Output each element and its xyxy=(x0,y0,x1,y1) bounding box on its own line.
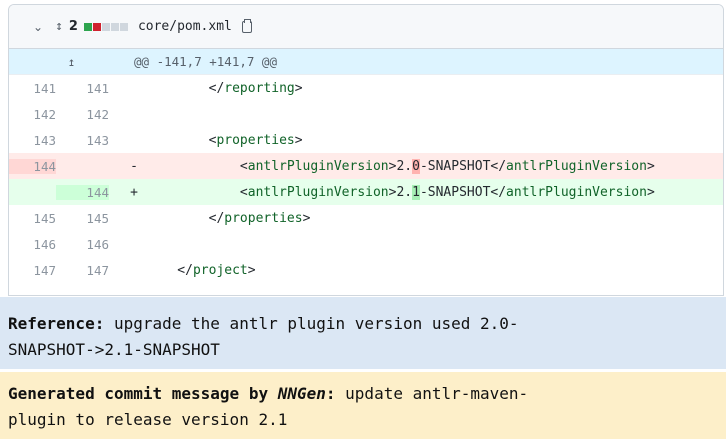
code-text: -SNAPSHOT</ xyxy=(419,184,507,200)
old-line-number[interactable]: 141 xyxy=(9,81,56,96)
hunk-header: ↥ @@ -141,7 +141,7 @@ xyxy=(9,49,723,75)
diff-line: 146 146 xyxy=(9,231,723,257)
generated-colon: : xyxy=(325,384,336,403)
diff-sign: + xyxy=(130,184,138,200)
old-line-number[interactable]: 142 xyxy=(9,107,56,122)
chevron-down-icon[interactable]: ⌄ xyxy=(33,20,43,34)
generated-model: NNGen xyxy=(277,384,326,403)
code-punct: < xyxy=(146,158,248,174)
new-line-number[interactable]: 144 xyxy=(56,184,109,200)
code-punct: </ xyxy=(146,80,225,96)
xml-tag-name: antlrPluginVersion xyxy=(247,158,389,174)
xml-tag-name: antlrPluginVersion xyxy=(506,184,647,200)
diff-lines: 141 141 </reporting> 142 142 143 143 <propert… xyxy=(9,75,723,283)
code-text: -SNAPSHOT</ xyxy=(419,158,507,174)
diff-line: 141 141 </reporting> xyxy=(9,75,723,101)
copy-icon[interactable] xyxy=(241,18,252,33)
code-content: </properties> xyxy=(138,210,311,226)
old-line-number[interactable]: 143 xyxy=(9,133,56,148)
xml-tag-name: properties xyxy=(216,132,295,148)
new-line-number[interactable]: 146 xyxy=(56,237,109,252)
diff-line: 147 147 </project> xyxy=(9,257,723,283)
code-text: >2. xyxy=(388,184,413,200)
file-path[interactable]: core/pom.xml xyxy=(138,19,232,34)
reference-text-2: SNAPSHOT->2.1-SNAPSHOT xyxy=(8,340,220,359)
diffstat-blocks xyxy=(83,22,128,31)
code-content: <antlrPluginVersion>2.0-SNAPSHOT</antlrP… xyxy=(138,158,655,174)
code-punct: > xyxy=(247,262,256,278)
new-line-number[interactable]: 143 xyxy=(56,133,109,148)
old-line-number[interactable]: 146 xyxy=(9,237,56,252)
generated-text-2: plugin to release version 2.1 xyxy=(8,410,288,429)
new-line-number[interactable]: 145 xyxy=(56,211,109,226)
diffstat-block xyxy=(83,22,92,31)
new-line-number[interactable]: 141 xyxy=(56,81,109,96)
new-line-number[interactable]: 147 xyxy=(56,263,109,278)
hunk-range: @@ -141,7 +141,7 @@ xyxy=(134,54,277,69)
diffstat-block xyxy=(119,22,128,31)
changed-char: 1 xyxy=(412,184,420,200)
diffstat-block xyxy=(92,22,101,31)
diffstat-block xyxy=(101,22,110,31)
code-content: </reporting> xyxy=(138,81,303,96)
code-content: </project> xyxy=(138,262,256,278)
reference-box: Reference: upgrade the antlr plugin vers… xyxy=(0,297,726,369)
diff-line: 145 145 </properties> xyxy=(9,205,723,231)
diff-sign: - xyxy=(130,158,138,174)
diff-line: 143 143 <properties> xyxy=(9,127,723,153)
expand-up-icon[interactable]: ↥ xyxy=(9,55,134,69)
file-header: ⌄ ↕ 2 core/pom.xml xyxy=(9,5,723,49)
code-punct: </ xyxy=(146,262,193,278)
code-content: <antlrPluginVersion>2.1-SNAPSHOT</antlrP… xyxy=(138,184,655,200)
code-punct: < xyxy=(146,184,248,200)
code-punct: > xyxy=(302,210,311,226)
old-line-number[interactable]: 145 xyxy=(9,211,56,226)
generated-box: Generated commit message by NNGen: updat… xyxy=(0,372,726,439)
xml-tag-name: antlrPluginVersion xyxy=(247,184,389,200)
generated-label: Generated commit message by xyxy=(8,384,278,403)
xml-tag-name: reporting xyxy=(224,80,295,96)
changed-char: 0 xyxy=(412,158,420,174)
unfold-icon[interactable]: ↕ xyxy=(55,19,63,34)
code-punct: < xyxy=(146,132,217,148)
code-punct: > xyxy=(646,184,655,200)
xml-tag-name: project xyxy=(192,262,248,278)
old-line-number[interactable]: 147 xyxy=(9,263,56,278)
code-punct: > xyxy=(294,80,303,96)
diff-panel: ⌄ ↕ 2 core/pom.xml ↥ @@ -141,7 +141,7 @@… xyxy=(8,4,724,296)
code-punct: > xyxy=(646,158,655,174)
diffstat-block xyxy=(110,22,119,31)
new-line-number[interactable]: 142 xyxy=(56,107,109,122)
diff-line: 144- <antlrPluginVersion>2.0-SNAPSHOT</a… xyxy=(9,153,723,179)
code-punct: </ xyxy=(146,210,225,226)
reference-label: Reference: xyxy=(8,314,105,333)
changes-count: 2 xyxy=(68,19,78,34)
old-line-number[interactable]: 144 xyxy=(9,158,56,174)
xml-tag-name: properties xyxy=(224,210,303,226)
generated-text: update antlr-maven- xyxy=(335,384,529,403)
diff-line: 142 142 xyxy=(9,101,723,127)
code-text: >2. xyxy=(388,158,413,174)
diff-line: 144 + <antlrPluginVersion>2.1-SNAPSHOT</a… xyxy=(9,179,723,205)
xml-tag-name: antlrPluginVersion xyxy=(506,158,647,174)
code-content: <properties> xyxy=(138,133,303,148)
code-punct: > xyxy=(294,132,303,148)
reference-text: upgrade the antlr plugin version used 2.… xyxy=(104,314,519,333)
